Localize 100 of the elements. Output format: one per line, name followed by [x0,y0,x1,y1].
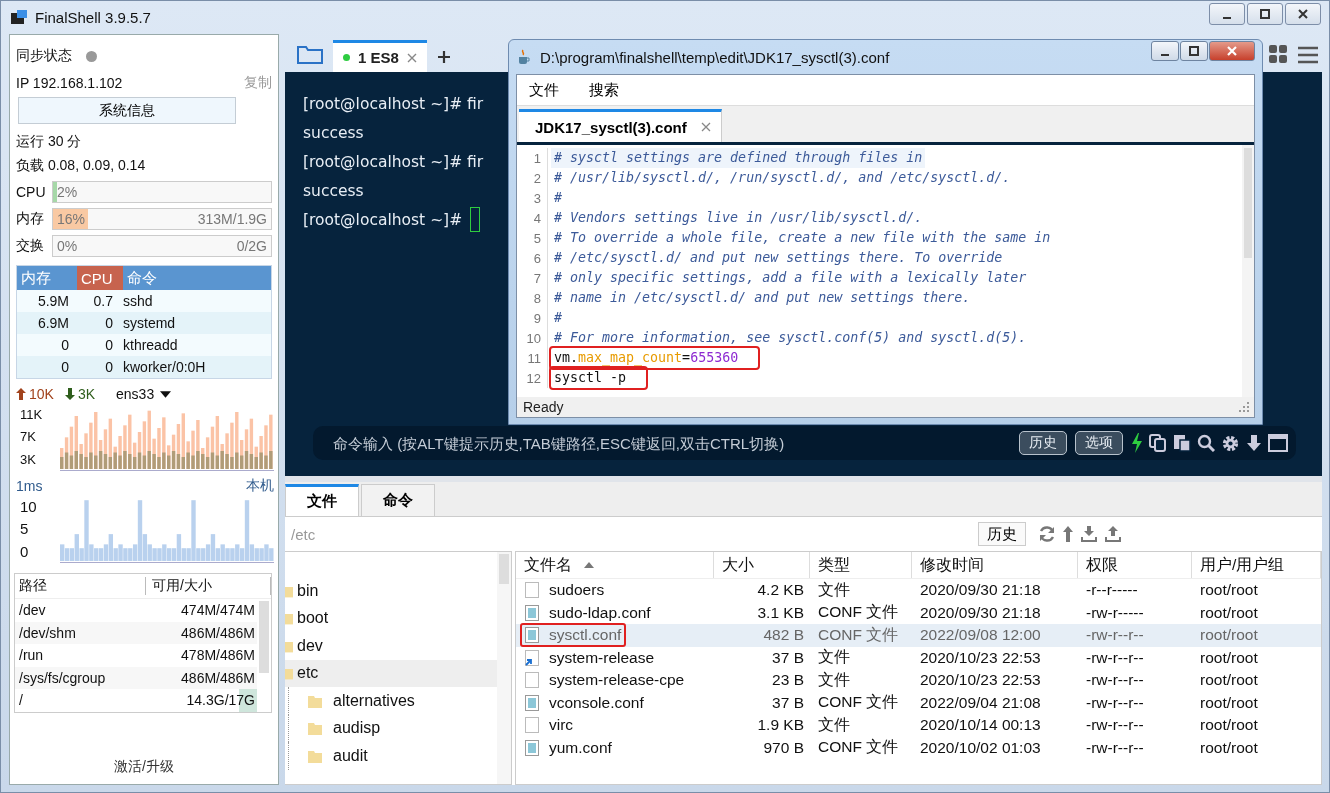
table-cell-text: 0 [104,337,114,353]
table-cell-text: -rw-r--r-- [1085,716,1145,735]
file-shortcut-icon [525,649,539,666]
table-cell-text: 0 [104,315,114,331]
history-button[interactable]: 历史 [978,522,1026,546]
table-cell-text: -rw-r--r-- [1085,693,1145,712]
file-tab[interactable]: JDK17_sysctl(3).conf [519,109,722,142]
table-cell-text: 2020/10/23 22:53 [919,671,1042,690]
grid-icon[interactable] [1268,44,1288,64]
code-line: # For more information, see sysctl.conf(5) and sysctl.d(5). [553,329,1028,347]
file-name[interactable]: system-release-cpe [549,671,685,690]
column-header[interactable]: 用户/用户组 [1192,552,1321,578]
scrollbar[interactable] [1242,145,1254,397]
uptime-text: 运行 30 分 [15,132,83,151]
axis-tick-label: 7K [20,429,37,445]
close-button[interactable] [1209,41,1255,61]
resize-grip-icon[interactable] [1238,401,1250,413]
caret-icon[interactable] [160,390,172,398]
config-file-icon [525,694,539,711]
folder-icon[interactable] [297,44,323,64]
table-cell-text: 文件 [817,669,851,690]
meter-percent: 2% [57,183,78,200]
column-header[interactable]: 文件名 [516,552,714,578]
table-cell-text: 文件 [817,579,851,600]
up-arrow-icon[interactable] [1062,525,1074,543]
meter-percent: 16% [57,210,86,227]
lightning-icon[interactable] [1131,433,1143,453]
close-icon[interactable] [406,52,417,63]
maximize-button[interactable] [1247,3,1283,25]
code-line: # only specific settings, add a file with a lexically later [553,269,1028,287]
system-info-button[interactable]: 系统信息 [18,97,236,124]
refresh-icon[interactable] [1038,525,1056,543]
line-number: 10 [517,328,548,348]
line-number: 7 [517,268,548,288]
close-icon[interactable] [700,122,711,132]
upgrade-link[interactable]: 激活/升级 [10,746,278,784]
menu-item[interactable]: 搜索 [589,80,619,100]
column-header[interactable]: 权限 [1078,552,1192,578]
add-tab-icon[interactable] [436,50,451,64]
panel-tab[interactable]: 文件 [285,484,359,516]
column-header[interactable]: 类型 [810,552,912,578]
ping-host: 本机 [246,477,274,495]
panel-tab[interactable]: 命令 [361,484,435,516]
close-button[interactable] [1285,3,1321,25]
minimize-button[interactable] [1151,41,1179,61]
paste-icon[interactable] [1173,434,1191,452]
file-name[interactable]: vconsole.conf [549,693,644,712]
table-cell-text: /dev/shm [18,624,77,641]
command-bar-button[interactable]: 历史 [1019,431,1067,455]
folder-tree-item[interactable]: etc [285,659,497,687]
column-header[interactable]: 可用/大小 [146,577,271,595]
load-average-text: 负载 0.08, 0.09, 0.14 [15,156,147,175]
file-icon [525,672,539,689]
meter-label: 交换 [16,236,45,255]
terminal-line: success [303,181,364,200]
code-editor[interactable] [517,145,1254,397]
file-name[interactable]: yum.conf [549,738,612,757]
code-line: # [553,189,563,207]
table-cell-text: 478M/486M [180,646,256,666]
editor-title: D:\program\finalshell\temp\edit\JDK17_sysctl(3).conf [540,48,890,66]
command-input-field[interactable]: 命令输入 (按ALT键提示历史,TAB键路径,ESC键返回,双击CTRL切换) 历史 选项 [313,426,1296,460]
settings-icon[interactable] [1221,433,1240,453]
table-cell-text: CONF 文件 [817,737,900,758]
column-header[interactable]: CPU [77,266,123,290]
maximize-button[interactable] [1180,41,1208,61]
upload-icon[interactable] [1104,525,1122,543]
interface-dropdown[interactable]: ens33 [116,386,155,402]
table-cell-text: 3.1 KB [756,603,805,622]
column-header[interactable]: 路径 [15,577,146,595]
table-cell-text: 0.7 [92,293,114,309]
file-name[interactable]: sudoers [549,581,605,600]
line-number: 3 [517,188,548,208]
file-name[interactable]: virc [549,716,574,735]
axis-tick-label: 0 [20,543,30,561]
table-cell-text: -rw-r----- [1085,603,1145,622]
menu-item[interactable]: 文件 [529,80,559,100]
line-number: 2 [517,168,548,188]
column-header[interactable]: 大小 [714,552,810,578]
menu-icon[interactable] [1298,46,1318,64]
folder-tree-item[interactable]: dev [285,632,497,660]
code-line: sysctl -p [551,368,647,388]
table-cell-text: kthreadd [122,337,179,353]
folder-tree-item[interactable]: bin [285,577,497,605]
scrollbar[interactable] [497,552,511,784]
column-header[interactable]: 修改时间 [912,552,1078,578]
file-name[interactable]: system-release [549,648,655,667]
session-tab[interactable]: 1 ES8 [333,40,427,72]
command-bar-button[interactable]: 选项 [1075,431,1123,455]
folder-tree-item[interactable]: boot [285,604,497,632]
config-file-icon [525,739,539,756]
search-icon[interactable] [1197,434,1215,452]
download-icon[interactable] [1080,525,1098,543]
terminal-line: success [303,123,364,142]
axis-tick-label: 3K [20,452,37,468]
file-name[interactable]: sudo-ldap.conf [549,603,651,622]
meter-label: CPU [16,183,47,200]
window-icon[interactable] [1268,434,1288,452]
table-cell-text: root/root [1199,626,1259,645]
down-arrow-icon[interactable] [1246,434,1262,452]
copy-icon[interactable] [1149,434,1167,452]
